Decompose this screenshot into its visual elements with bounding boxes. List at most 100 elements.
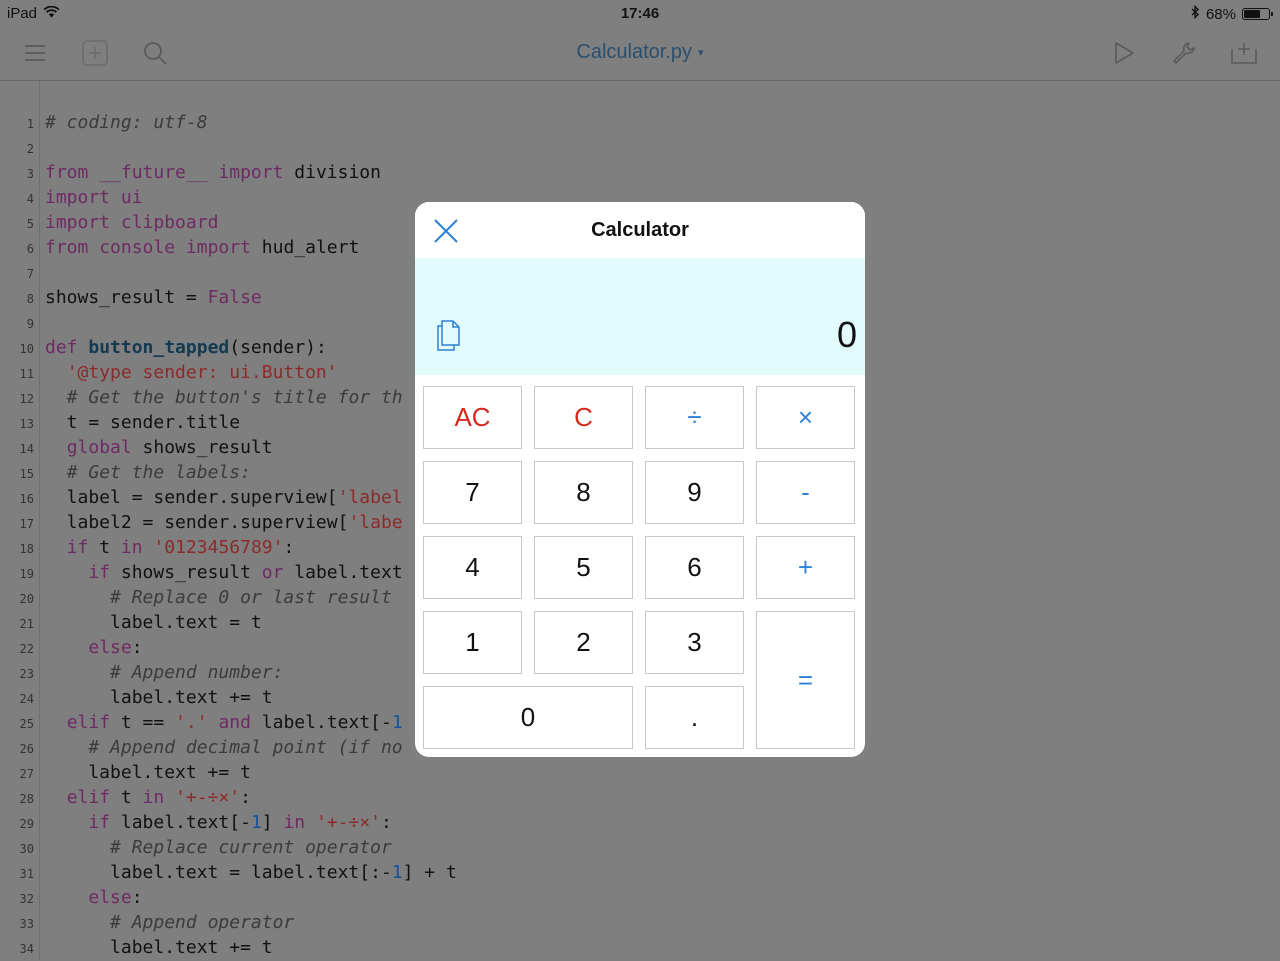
code-token: 'label bbox=[337, 487, 403, 508]
code-token: label.text += t bbox=[45, 937, 273, 958]
code-token: label.text = t bbox=[45, 612, 262, 633]
digit-4-key[interactable]: 4 bbox=[423, 536, 522, 599]
ac-key[interactable]: AC bbox=[423, 386, 522, 449]
code-token: # Replace 0 or last result bbox=[110, 587, 392, 608]
code-token: label.text += t bbox=[45, 762, 251, 783]
status-bar: iPad 17:46 68% bbox=[0, 0, 1280, 26]
calculator-display: 0 bbox=[415, 258, 865, 375]
digit-3-key[interactable]: 3 bbox=[645, 611, 744, 674]
code-token: 1 bbox=[250, 812, 262, 833]
line-number: 32 bbox=[19, 892, 34, 906]
wrench-icon[interactable] bbox=[1167, 36, 1201, 70]
code-token: # Append decimal point (if no bbox=[88, 737, 403, 758]
decimal-key[interactable]: . bbox=[645, 686, 744, 749]
code-token: if bbox=[88, 562, 111, 583]
code-token: label = sender.superview[ bbox=[45, 487, 338, 508]
code-token: hud_alert bbox=[250, 237, 360, 258]
status-right: 68% bbox=[1191, 4, 1273, 23]
copy-button[interactable] bbox=[433, 318, 463, 352]
calculator-sheet: Calculator 0 AC C ÷ × 7 8 9- 4 5 6 +1 2 3 = 0. bbox=[415, 202, 865, 757]
clear-key[interactable]: C bbox=[534, 386, 633, 449]
code-token: '.' bbox=[175, 712, 208, 733]
code-line: 31 label.text = label.text[:-1] + t bbox=[0, 861, 1280, 886]
digit-6-key[interactable]: 6 bbox=[645, 536, 744, 599]
display-value: 0 bbox=[836, 314, 857, 355]
line-number: 19 bbox=[19, 567, 34, 581]
code-line: 30 # Replace current operator bbox=[0, 836, 1280, 861]
code-line: 3 from __future__ import division bbox=[0, 161, 1280, 186]
code-token: label.text bbox=[283, 562, 403, 583]
line-number: 12 bbox=[19, 392, 34, 406]
code-token: # Get the labels: bbox=[66, 462, 251, 483]
plus-key[interactable]: + bbox=[756, 536, 855, 599]
digit-0-key[interactable]: 0 bbox=[423, 686, 633, 749]
code-text: # Get the labels: bbox=[45, 462, 251, 483]
code-text: # Append number: bbox=[45, 662, 283, 683]
code-token: # Replace current operator bbox=[110, 837, 392, 858]
code-text: else: bbox=[45, 887, 142, 908]
code-token: label.text += t bbox=[45, 687, 273, 708]
code-text: label2 = sender.superview['labe bbox=[45, 512, 403, 533]
calculator-header: Calculator bbox=[415, 202, 865, 259]
digit-1-key[interactable]: 1 bbox=[423, 611, 522, 674]
code-text: # Replace 0 or last result bbox=[45, 587, 392, 608]
code-line: 33 # Append operator bbox=[0, 911, 1280, 936]
minus-key[interactable]: - bbox=[756, 461, 855, 524]
code-token: console bbox=[88, 237, 176, 258]
line-number: 7 bbox=[26, 267, 34, 281]
line-number: 9 bbox=[26, 317, 34, 331]
line-number: 26 bbox=[19, 742, 34, 756]
code-text: else: bbox=[45, 637, 142, 658]
line-number: 3 bbox=[26, 167, 34, 181]
code-token: label2 = sender.superview[ bbox=[45, 512, 349, 533]
code-token: # Append number: bbox=[110, 662, 284, 683]
code-text: label = sender.superview['label bbox=[45, 487, 403, 508]
code-text: label.text = label.text[:-1] + t bbox=[45, 862, 457, 883]
code-text: if t in '0123456789': bbox=[45, 537, 295, 558]
digit-9-key[interactable]: 9 bbox=[645, 461, 744, 524]
code-token: if bbox=[88, 812, 111, 833]
line-number: 10 bbox=[19, 342, 34, 356]
code-token: def bbox=[45, 337, 78, 358]
play-icon[interactable] bbox=[1107, 36, 1141, 70]
equals-key[interactable]: = bbox=[756, 611, 855, 749]
line-number: 31 bbox=[19, 867, 34, 881]
code-token: t bbox=[88, 537, 121, 558]
code-token: import bbox=[45, 187, 111, 208]
digit-8-key[interactable]: 8 bbox=[534, 461, 633, 524]
divide-key[interactable]: ÷ bbox=[645, 386, 744, 449]
digit-5-key[interactable]: 5 bbox=[534, 536, 633, 599]
code-token: 1 bbox=[391, 712, 403, 733]
code-line: 29 if label.text[-1] in '+-÷×': bbox=[0, 811, 1280, 836]
code-token: in bbox=[142, 787, 165, 808]
code-token: button_tapped bbox=[88, 337, 230, 358]
multiply-key[interactable]: × bbox=[756, 386, 855, 449]
code-token: shows_result bbox=[110, 562, 262, 583]
line-number: 14 bbox=[19, 442, 34, 456]
code-token: import bbox=[218, 162, 284, 183]
code-token: clipboard bbox=[110, 212, 219, 233]
code-text: # Append decimal point (if no bbox=[45, 737, 403, 758]
share-icon[interactable] bbox=[1227, 36, 1261, 70]
digit-2-key[interactable]: 2 bbox=[534, 611, 633, 674]
code-text: global shows_result bbox=[45, 437, 273, 458]
code-text: # Append operator bbox=[45, 912, 294, 933]
digit-7-key[interactable]: 7 bbox=[423, 461, 522, 524]
line-number: 23 bbox=[19, 667, 34, 681]
line-number: 30 bbox=[19, 842, 34, 856]
file-title-text: Calculator.py bbox=[576, 41, 693, 63]
code-token: False bbox=[207, 287, 262, 308]
file-title[interactable]: Calculator.py ▾ bbox=[0, 41, 1280, 64]
code-token: # Append operator bbox=[110, 912, 295, 933]
